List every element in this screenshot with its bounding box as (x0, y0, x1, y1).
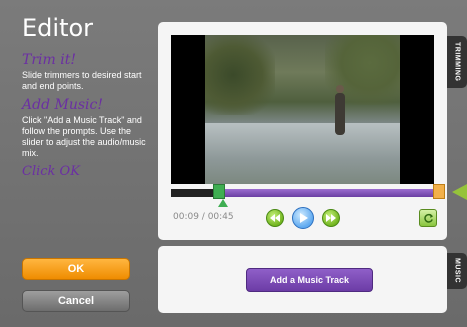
music-heading: Add Music! (22, 97, 103, 113)
angler-figure (335, 85, 345, 135)
trim-start-handle[interactable] (213, 184, 225, 199)
ok-button[interactable]: OK (22, 258, 130, 280)
refresh-icon (423, 213, 433, 223)
rewind-button[interactable] (266, 209, 284, 227)
trim-track[interactable] (171, 189, 434, 197)
video-frame (205, 35, 400, 184)
trim-start-marker-icon (218, 199, 228, 207)
tab-trimming[interactable]: TRIMMING (447, 36, 467, 88)
cancel-button[interactable]: Cancel (22, 290, 130, 312)
rewind-icon (270, 214, 280, 222)
fast-forward-button[interactable] (322, 209, 340, 227)
tab-music-label: MUSIC (453, 258, 461, 284)
play-icon (300, 213, 308, 223)
tab-trimming-label: TRIMMING (453, 42, 461, 82)
click-ok-hint: Click OK (22, 164, 80, 179)
music-instructions: Click "Add a Music Track" and follow the… (22, 115, 146, 158)
playhead-arrow-icon (452, 184, 467, 200)
time-readout: 00:09 / 00:45 (173, 212, 234, 222)
video-preview[interactable] (171, 35, 434, 184)
trim-heading: Trim it! (22, 52, 76, 68)
tab-music[interactable]: MUSIC (447, 253, 467, 289)
trim-selection (219, 189, 434, 197)
play-button[interactable] (292, 207, 314, 229)
add-music-track-button[interactable]: Add a Music Track (246, 268, 373, 292)
reset-button[interactable] (419, 209, 437, 227)
trim-end-handle[interactable] (433, 184, 445, 199)
editor-title: Editor (22, 14, 94, 42)
editor-sidebar: Editor Trim it! Slide trimmers to desire… (0, 0, 156, 327)
trim-instructions: Slide trimmers to desired start and end … (22, 70, 142, 91)
fast-forward-icon (326, 214, 336, 222)
